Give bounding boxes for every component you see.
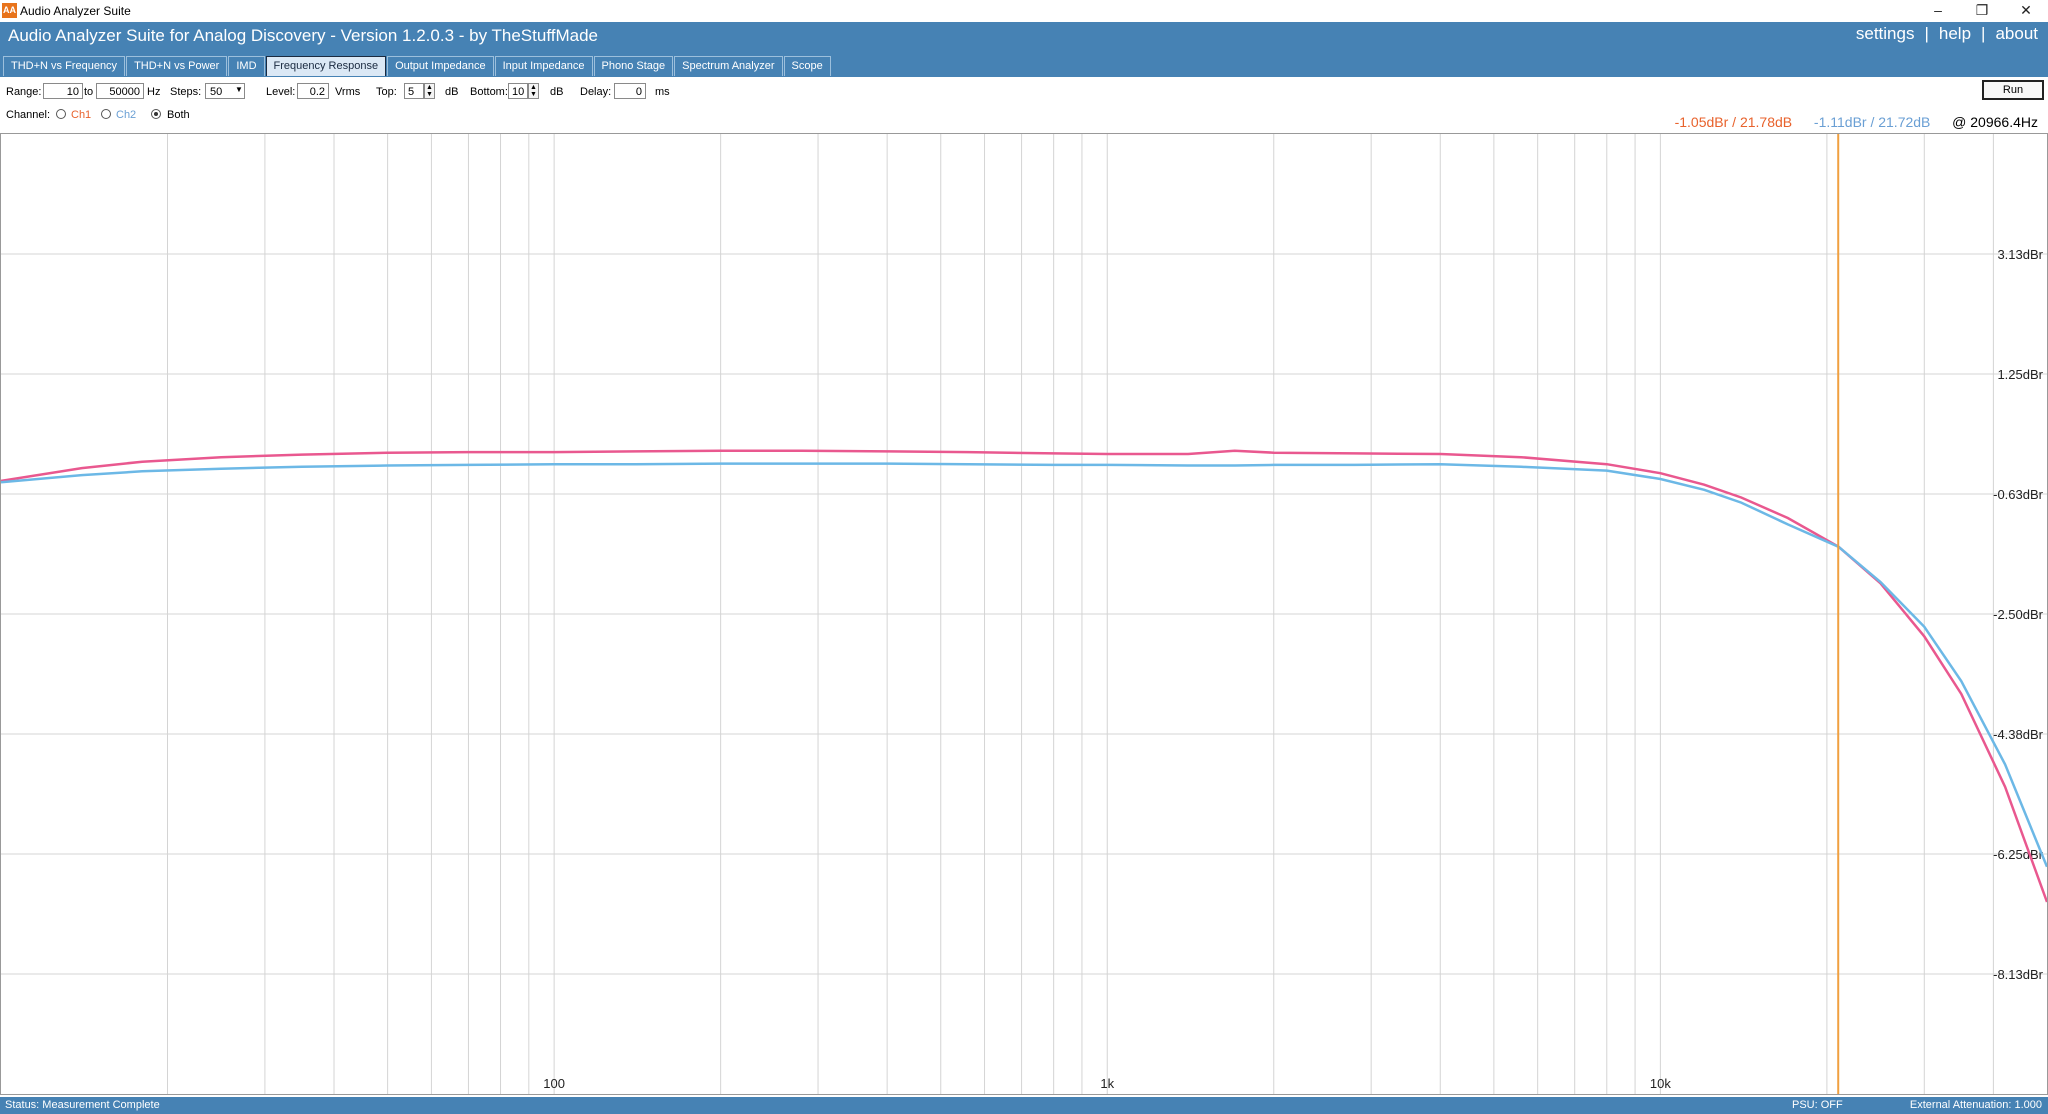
about-link[interactable]: about	[1995, 24, 2038, 43]
steps-label: Steps:	[170, 86, 202, 98]
frequency-response-chart[interactable]: 3.13dBr 1.25dBr -0.63dBr -2.50dBr -4.38dBr -6…	[1, 134, 2047, 1094]
header-links: settings | help | about	[1856, 24, 2038, 44]
y-tick-label: 1.25dBr	[1997, 367, 2043, 382]
tab-imd[interactable]: IMD	[228, 56, 265, 76]
y-tick-label: 3.13dBr	[1997, 247, 2043, 262]
tab-output-impedance[interactable]: Output Impedance	[387, 56, 494, 76]
range-label: Range:	[6, 86, 42, 98]
link-separator: |	[1924, 24, 1929, 43]
top-stepper[interactable]: ▲ ▼	[424, 83, 435, 99]
ch2-radio[interactable]	[101, 109, 111, 119]
tab-thdn-vs-power[interactable]: THD+N vs Power	[126, 56, 228, 76]
range-from-input[interactable]: 10	[43, 83, 83, 99]
to-label: to	[84, 86, 94, 98]
y-tick-label: -0.63dBr	[1993, 487, 2044, 502]
app-title: Audio Analyzer Suite for Analog Discover…	[8, 26, 598, 45]
restore-button[interactable]: ❐	[1960, 0, 2004, 22]
level-input[interactable]: 0.2	[297, 83, 329, 99]
delay-label: Delay:	[580, 86, 612, 98]
channel-label: Channel:	[6, 109, 51, 121]
level-label: Level:	[266, 86, 296, 98]
frequency-response-plot[interactable]: 3.13dBr 1.25dBr -0.63dBr -2.50dBr -4.38dBr -6…	[0, 133, 2048, 1095]
top-label: Top:	[376, 86, 397, 98]
range-to-input[interactable]: 50000	[96, 83, 144, 99]
link-separator: |	[1981, 24, 1986, 43]
bottom-input[interactable]: 10	[508, 83, 528, 99]
y-tick-label: -8.13dBr	[1993, 967, 2044, 982]
tab-spectrum-analyzer[interactable]: Spectrum Analyzer	[674, 56, 783, 76]
tab-input-impedance[interactable]: Input Impedance	[494, 56, 593, 76]
minimize-button[interactable]: –	[1916, 0, 1960, 22]
y-tick-label: -6.25dBr	[1993, 847, 2044, 862]
tab-scope[interactable]: Scope	[783, 56, 831, 76]
series-line-ch2	[1, 462, 2047, 868]
tab-thdn-vs-frequency[interactable]: THD+N vs Frequency	[3, 56, 126, 76]
ms-label: ms	[655, 86, 670, 98]
tab-strip: THD+N vs Frequency THD+N vs Power IMD Fr…	[3, 56, 832, 76]
status-text: Status: Measurement Complete	[5, 1099, 160, 1111]
chevron-down-icon: ▼	[235, 85, 243, 94]
y-tick-label: -2.50dBr	[1993, 607, 2044, 622]
hz-label: Hz	[147, 86, 161, 98]
window-title: Audio Analyzer Suite	[20, 4, 131, 18]
run-button[interactable]: Run	[1982, 80, 2044, 100]
db-label: dB	[445, 86, 459, 98]
ch2-radio-label[interactable]: Ch2	[116, 109, 136, 121]
status-bar: Status: Measurement Complete PSU: OFF Ex…	[0, 1097, 2048, 1114]
measurement-controls: Range: 10 to 50000 Hz Steps: 5 0 ▼ Level:…	[0, 81, 2048, 103]
series-line-ch1	[1, 449, 2047, 903]
vrms-label: Vrms	[335, 86, 361, 98]
ch1-radio[interactable]	[56, 109, 66, 119]
tab-phono-stage[interactable]: Phono Stage	[593, 56, 674, 76]
psu-status: PSU: OFF	[1792, 1099, 1843, 1111]
cursor-readout: -1.05dBr / 21.78dB -1.11dBr / 21.72dB @ …	[1675, 114, 2038, 130]
settings-link[interactable]: settings	[1856, 24, 1915, 43]
bottom-stepper[interactable]: ▲ ▼	[528, 83, 539, 99]
top-input[interactable]: 5	[404, 83, 424, 99]
cursor-frequency: @ 20966.4Hz	[1952, 114, 2038, 130]
db-label-bottom: dB	[550, 86, 564, 98]
window-title-bar: AA Audio Analyzer Suite – ❐ ✕	[0, 0, 2048, 22]
ch2-readout: -1.11dBr / 21.72dB	[1813, 114, 1931, 130]
bottom-label: Bottom:	[470, 86, 508, 98]
app-icon: AA	[2, 3, 17, 18]
x-tick-label: 10k	[1650, 1076, 1671, 1091]
both-radio-label[interactable]: Both	[167, 109, 190, 121]
x-tick-label: 100	[543, 1076, 565, 1091]
both-radio[interactable]	[151, 109, 161, 119]
external-attenuation: External Attenuation: 1.000	[1909, 1099, 2042, 1111]
ch1-readout: -1.05dBr / 21.78dB	[1674, 114, 1793, 130]
y-tick-label: -4.38dBr	[1993, 727, 2044, 742]
tab-frequency-response[interactable]: Frequency Response	[265, 56, 387, 76]
help-link[interactable]: help	[1939, 24, 1971, 43]
x-tick-label: 1k	[1100, 1076, 1114, 1091]
close-button[interactable]: ✕	[2004, 0, 2048, 22]
ch1-radio-label[interactable]: Ch1	[71, 109, 91, 121]
delay-input[interactable]: 0	[614, 83, 646, 99]
